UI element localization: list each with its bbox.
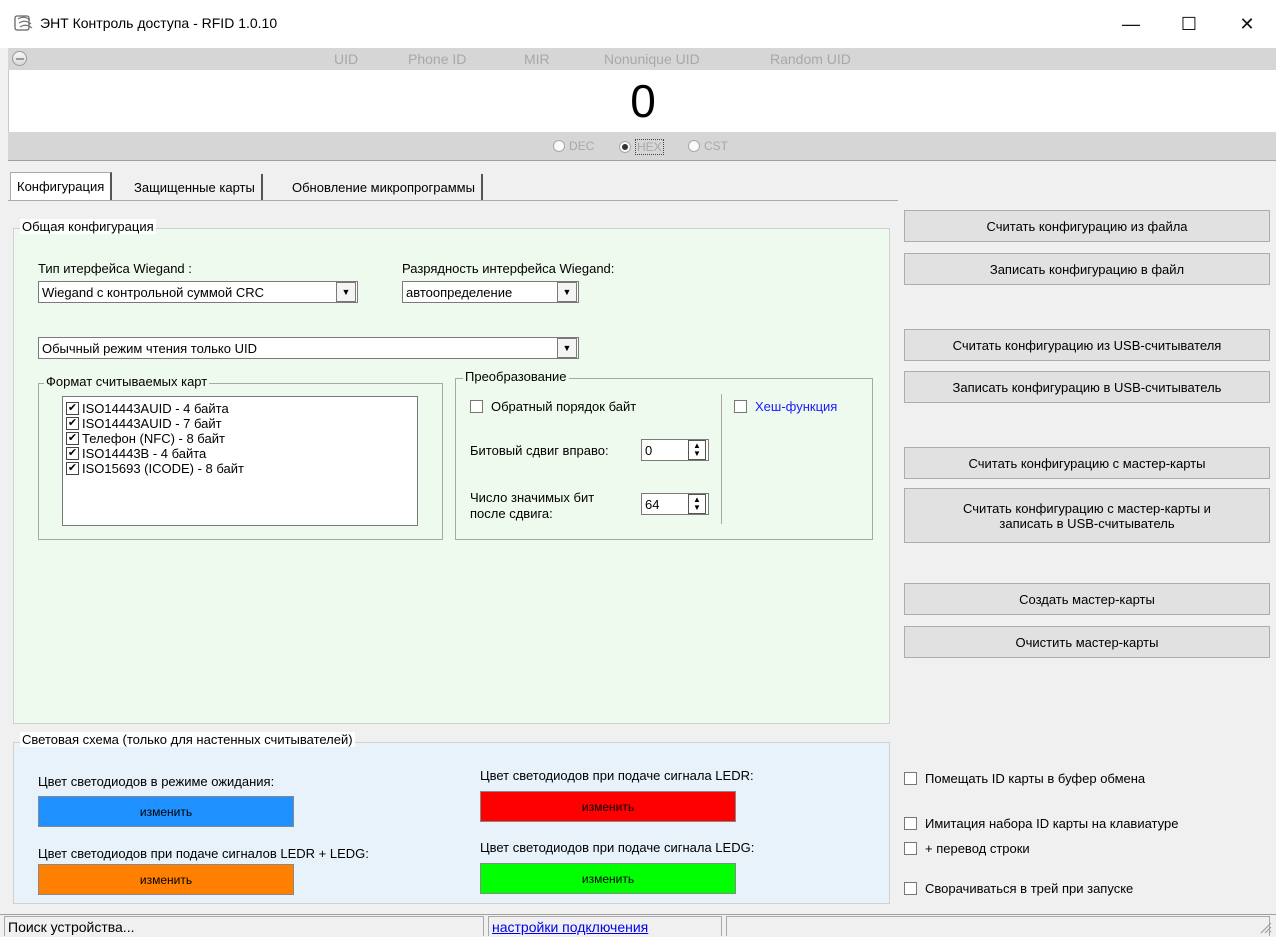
connection-settings-link[interactable]: настройки подключения <box>488 916 722 936</box>
tab-protected-cards[interactable]: Защищенные карты <box>128 174 263 200</box>
transform-title: Преобразование <box>463 369 569 384</box>
wiegand-type-label: Тип итерфейса Wiegand : <box>38 261 192 276</box>
close-button[interactable]: ✕ <box>1218 0 1276 48</box>
create-master-cards-button[interactable]: Создать мастер-карты <box>904 583 1270 615</box>
checkbox-checked-icon[interactable]: ✔ <box>66 402 79 415</box>
resize-grip-icon[interactable] <box>1258 920 1272 934</box>
minimize-to-tray-checkbox[interactable]: Сворачиваться в трей при запуске <box>904 881 1133 896</box>
dropdown-arrow-icon: ▼ <box>336 282 356 302</box>
significant-bits-spinner[interactable]: 64 ▲ ▼ <box>641 493 709 515</box>
checkbox-icon <box>904 842 917 855</box>
card-id-value: 0 <box>630 75 656 127</box>
list-item[interactable]: ✔ ISO15693 (ICODE) - 8 байт <box>63 461 417 476</box>
id-type-uid[interactable]: UID <box>334 51 358 67</box>
checkbox-checked-icon[interactable]: ✔ <box>66 432 79 445</box>
id-type-phone-id[interactable]: Phone ID <box>408 51 466 67</box>
id-type-mir[interactable]: MIR <box>524 51 550 67</box>
list-item[interactable]: ✔ ISO14443B - 4 байта <box>63 446 417 461</box>
window-title: ЭНТ Контроль доступа - RFID 1.0.10 <box>40 15 278 31</box>
id-type-random-uid[interactable]: Random UID <box>770 51 851 67</box>
checkbox-icon <box>904 772 917 785</box>
format-hex-radio[interactable]: HEX <box>619 139 664 155</box>
wiegand-bits-select[interactable]: автоопределение ▼ <box>402 281 579 303</box>
maximize-button[interactable]: ☐ <box>1160 0 1218 48</box>
collapse-circle-icon[interactable] <box>12 51 27 66</box>
status-text: Поиск устройства... <box>4 916 484 936</box>
list-item[interactable]: ✔ ISO14443AUID - 7 байт <box>63 416 417 431</box>
general-config-title: Общая конфигурация <box>20 219 156 234</box>
read-config-master-button[interactable]: Считать конфигурацию с мастер-карты <box>904 447 1270 479</box>
checkbox-icon <box>904 882 917 895</box>
checkbox-icon <box>470 400 483 413</box>
radio-hex-icon <box>619 141 631 153</box>
card-formats-list[interactable]: ✔ ISO14443AUID - 4 байта ✔ ISO14443AUID - … <box>62 396 418 526</box>
read-master-write-usb-button[interactable]: Считать конфигурацию с мастер-карты и за… <box>904 488 1270 543</box>
wiegand-type-select[interactable]: Wiegand с контрольной суммой CRC ▼ <box>38 281 358 303</box>
checkbox-checked-icon[interactable]: ✔ <box>66 447 79 460</box>
list-item[interactable]: ✔ Телефон (NFC) - 8 байт <box>63 431 417 446</box>
write-config-file-button[interactable]: Записать конфигурацию в файл <box>904 253 1270 285</box>
ledg-color-button[interactable]: изменить <box>480 863 736 894</box>
newline-checkbox[interactable]: + перевод строки <box>904 841 1030 856</box>
checkbox-checked-icon[interactable]: ✔ <box>66 417 79 430</box>
ledr-ledg-color-label: Цвет светодиодов при подаче сигналов LED… <box>38 846 369 861</box>
wiegand-bits-label: Разрядность интерфейса Wiegand: <box>402 261 615 276</box>
radio-cst-icon <box>688 140 700 152</box>
ledr-ledg-color-button[interactable]: изменить <box>38 864 294 895</box>
checkbox-icon <box>734 400 747 413</box>
reverse-bytes-checkbox[interactable]: Обратный порядок байт <box>470 399 636 414</box>
significant-bits-label: Число значимых бит после сдвига: <box>470 490 595 521</box>
spinner-arrows-icon[interactable]: ▲ ▼ <box>688 494 706 514</box>
read-config-usb-button[interactable]: Считать конфигурацию из USB-считывателя <box>904 329 1270 361</box>
card-id-display: 0 <box>8 70 1276 132</box>
bit-shift-spinner[interactable]: 0 ▲ ▼ <box>641 439 709 461</box>
clear-master-cards-button[interactable]: Очистить мастер-карты <box>904 626 1270 658</box>
id-type-nonunique-uid[interactable]: Nonunique UID <box>604 51 700 67</box>
status-extra-cell <box>726 916 1270 936</box>
checkbox-checked-icon[interactable]: ✔ <box>66 462 79 475</box>
keyboard-emulation-checkbox[interactable]: Имитация набора ID карты на клавиатуре <box>904 816 1178 831</box>
tab-firmware-update[interactable]: Обновление микропрограммы <box>286 174 483 200</box>
radio-dec-icon <box>553 140 565 152</box>
ledg-color-label: Цвет светодиодов при подаче сигнала LEDG… <box>480 840 755 855</box>
tab-divider <box>8 200 898 201</box>
format-cst-radio[interactable]: CST <box>688 139 728 153</box>
idle-color-button[interactable]: изменить <box>38 796 294 827</box>
ledr-color-label: Цвет светодиодов при подаче сигнала LEDR… <box>480 768 754 783</box>
light-scheme-title: Световая схема (только для настенных счи… <box>20 732 355 747</box>
read-config-file-button[interactable]: Считать конфигурацию из файла <box>904 210 1270 242</box>
list-item[interactable]: ✔ ISO14443AUID - 4 байта <box>63 401 417 416</box>
idle-color-label: Цвет светодиодов в режиме ожидания: <box>38 774 275 789</box>
hash-function-checkbox[interactable]: Хеш-функция <box>734 399 837 414</box>
checkbox-icon <box>904 817 917 830</box>
spinner-arrows-icon[interactable]: ▲ ▼ <box>688 440 706 460</box>
card-formats-title: Формат считываемых карт <box>44 374 210 389</box>
dropdown-arrow-icon: ▼ <box>557 282 577 302</box>
app-logo-icon <box>14 13 34 33</box>
ledr-color-button[interactable]: изменить <box>480 791 736 822</box>
copy-to-clipboard-checkbox[interactable]: Помещать ID карты в буфер обмена <box>904 771 1145 786</box>
write-config-usb-button[interactable]: Записать конфигурацию в USB-считыватель <box>904 371 1270 403</box>
bit-shift-label: Битовый сдвиг вправо: <box>470 443 609 458</box>
transform-divider <box>721 394 722 524</box>
minimize-button[interactable]: — <box>1102 0 1160 48</box>
tab-configuration[interactable]: Конфигурация <box>10 172 113 200</box>
dropdown-arrow-icon: ▼ <box>557 338 577 358</box>
read-mode-select[interactable]: Обычный режим чтения только UID ▼ <box>38 337 579 359</box>
format-dec-radio[interactable]: DEC <box>553 139 594 153</box>
